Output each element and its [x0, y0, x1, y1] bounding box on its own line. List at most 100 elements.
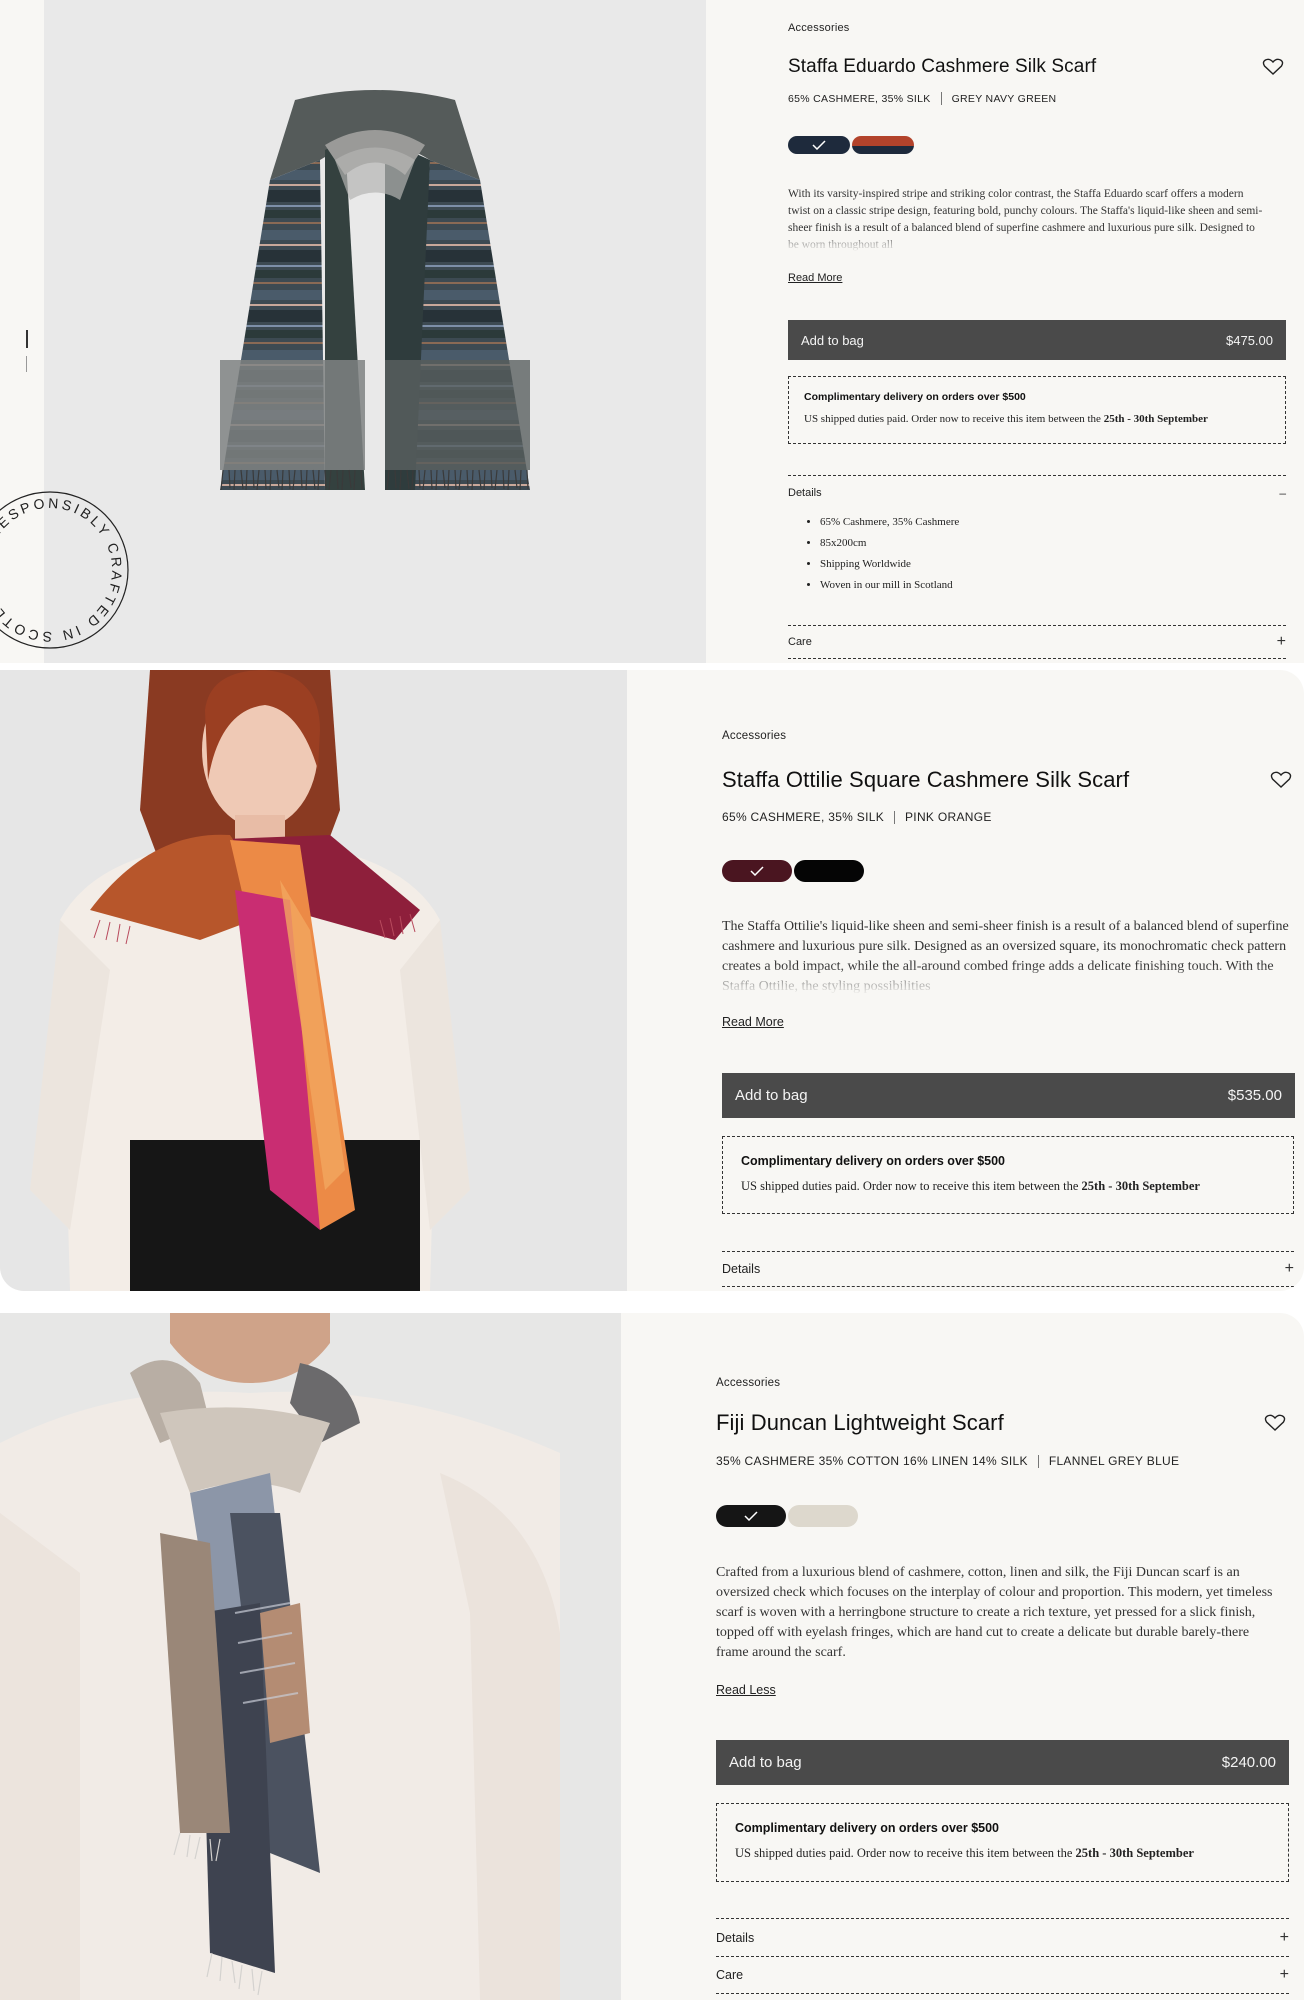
product-info: Accessories Staffa Eduardo Cashmere Silk…	[788, 0, 1288, 663]
swatch-selected[interactable]	[788, 136, 850, 154]
product-description-text: Crafted from a luxurious blend of cashme…	[716, 1565, 1273, 1660]
product-category: Accessories	[722, 730, 787, 742]
add-to-bag-button[interactable]: Add to bag $475.00	[788, 320, 1286, 360]
delivery-heading: Complimentary delivery on orders over $5…	[735, 1821, 999, 1835]
product-price: $535.00	[1227, 1087, 1282, 1104]
care-label: Care	[788, 636, 812, 648]
details-item: Woven in our mill in Scotland	[820, 579, 959, 591]
gallery-indicator[interactable]	[26, 356, 27, 372]
read-less-link[interactable]: Read Less	[716, 1683, 776, 1697]
product-gallery	[0, 670, 627, 1291]
details-item: Shipping Worldwide	[820, 558, 959, 570]
details-item: 65% Cashmere, 35% Cashmere	[820, 516, 959, 528]
product-category: Accessories	[788, 22, 850, 34]
delivery-text-body: US shipped duties paid. Order now to rec…	[804, 413, 1104, 425]
add-to-bag-button[interactable]: Add to bag $535.00	[722, 1073, 1295, 1118]
description-fade	[788, 230, 1268, 252]
wishlist-heart-icon[interactable]	[1264, 1414, 1286, 1432]
details-accordion-header[interactable]: Details –	[788, 475, 1286, 509]
delivery-dates: 25th - 30th September	[1103, 413, 1208, 425]
meta-divider	[894, 810, 895, 824]
details-accordion-header[interactable]: Details +	[722, 1251, 1294, 1287]
checkmark-icon	[750, 866, 764, 876]
delivery-notice: Complimentary delivery on orders over $5…	[722, 1136, 1294, 1214]
crafted-in-scotland-badge: RESPONSIBLY CRAFTED IN SCOTLAND	[0, 491, 129, 649]
product-meta: 65% CASHMERE, 35% SILK GREY NAVY GREEN	[788, 92, 1056, 105]
product-gallery	[0, 1313, 621, 2000]
delivery-dates: 25th - 30th September	[1081, 1179, 1200, 1193]
color-swatches	[716, 1505, 858, 1527]
product-panel-eduardo: RESPONSIBLY CRAFTED IN SCOTLAND Accessor…	[0, 0, 1304, 663]
swatch-option[interactable]	[788, 1505, 858, 1527]
details-label: Details	[716, 1930, 755, 1945]
product-meta: 65% CASHMERE, 35% SILK PINK ORANGE	[722, 810, 992, 824]
delivery-text: US shipped duties paid. Order now to rec…	[735, 1846, 1270, 1861]
add-to-bag-label: Add to bag	[801, 332, 864, 348]
swatch-option[interactable]	[794, 860, 864, 882]
details-label: Details	[722, 1262, 761, 1276]
delivery-heading: Complimentary delivery on orders over $5…	[804, 391, 1026, 403]
care-accordion-header[interactable]: Care +	[716, 1956, 1289, 1994]
wishlist-heart-icon[interactable]	[1270, 771, 1292, 789]
details-accordion-header[interactable]: Details +	[716, 1918, 1289, 1956]
delivery-text-body: US shipped duties paid. Order now to rec…	[741, 1179, 1082, 1193]
svg-text:RESPONSIBLY CRAFTED IN SCOTLAN: RESPONSIBLY CRAFTED IN SCOTLAND	[0, 495, 125, 646]
scarf-product-image	[220, 90, 530, 491]
product-info: Accessories Fiji Duncan Lightweight Scar…	[716, 1313, 1292, 2000]
product-meta: 35% CASHMERE 35% COTTON 16% LINEN 14% SI…	[716, 1454, 1179, 1468]
expand-icon: +	[1279, 1966, 1289, 1983]
product-color-name: GREY NAVY GREEN	[951, 92, 1057, 105]
model-wearing-scarf-image	[0, 1313, 560, 2000]
product-gallery: RESPONSIBLY CRAFTED IN SCOTLAND	[0, 0, 706, 663]
swatch-selected[interactable]	[722, 860, 792, 882]
checkmark-icon	[744, 1511, 758, 1521]
product-composition: 65% CASHMERE, 35% SILK	[788, 92, 931, 105]
add-to-bag-label: Add to bag	[729, 1754, 802, 1771]
details-label: Details	[788, 486, 822, 499]
delivery-heading: Complimentary delivery on orders over $5…	[741, 1154, 1005, 1168]
delivery-dates: 25th - 30th September	[1075, 1846, 1194, 1860]
color-swatches	[722, 860, 864, 882]
meta-divider	[1037, 1454, 1039, 1468]
gallery-indicator-active[interactable]	[26, 330, 28, 348]
wishlist-heart-icon[interactable]	[1262, 58, 1284, 76]
delivery-text: US shipped duties paid. Order now to rec…	[741, 1179, 1275, 1194]
model-wearing-scarf-image	[30, 670, 470, 1291]
product-description: The Staffa Ottilie's liquid-like sheen a…	[722, 917, 1292, 995]
delivery-notice: Complimentary delivery on orders over $5…	[716, 1803, 1289, 1882]
collapse-icon: –	[1279, 485, 1286, 500]
product-composition: 35% CASHMERE 35% COTTON 16% LINEN 14% SI…	[716, 1454, 1028, 1468]
product-description: With its varsity-inspired stripe and str…	[788, 186, 1268, 252]
care-accordion-header[interactable]: Care +	[788, 625, 1286, 659]
read-more-link[interactable]: Read More	[722, 1015, 784, 1029]
expand-icon: +	[1284, 1260, 1294, 1277]
details-item: 85x200cm	[820, 537, 959, 549]
care-label: Care	[716, 1968, 744, 1982]
product-price: $240.00	[1221, 1754, 1276, 1771]
product-panel-ottilie: Accessories Staffa Ottilie Square Cashme…	[0, 670, 1304, 1291]
color-swatches	[788, 136, 914, 154]
product-description: Crafted from a luxurious blend of cashme…	[716, 1563, 1281, 1667]
expand-icon: +	[1276, 633, 1286, 650]
add-to-bag-label: Add to bag	[735, 1087, 808, 1104]
description-fade	[722, 965, 1292, 995]
read-more-link[interactable]: Read More	[788, 272, 842, 284]
meta-divider	[940, 92, 942, 105]
product-price: $475.00	[1226, 332, 1273, 348]
product-title: Fiji Duncan Lightweight Scarf	[716, 1410, 1004, 1435]
product-color-name: PINK ORANGE	[905, 810, 992, 824]
delivery-text-body: US shipped duties paid. Order now to rec…	[735, 1846, 1076, 1860]
swatch-selected[interactable]	[716, 1505, 786, 1527]
product-panel-duncan: Accessories Fiji Duncan Lightweight Scar…	[0, 1313, 1304, 2000]
product-category: Accessories	[716, 1377, 781, 1389]
checkmark-icon	[812, 140, 826, 150]
product-composition: 65% CASHMERE, 35% SILK	[722, 810, 884, 824]
product-color-name: FLANNEL GREY BLUE	[1048, 1454, 1180, 1468]
expand-icon: +	[1279, 1928, 1289, 1946]
add-to-bag-button[interactable]: Add to bag $240.00	[716, 1740, 1289, 1785]
swatch-option[interactable]	[852, 136, 914, 154]
product-title: Staffa Eduardo Cashmere Silk Scarf	[788, 56, 1097, 77]
delivery-notice: Complimentary delivery on orders over $5…	[788, 376, 1286, 444]
product-title: Staffa Ottilie Square Cashmere Silk Scar…	[722, 767, 1130, 792]
product-info: Accessories Staffa Ottilie Square Cashme…	[722, 670, 1295, 1291]
